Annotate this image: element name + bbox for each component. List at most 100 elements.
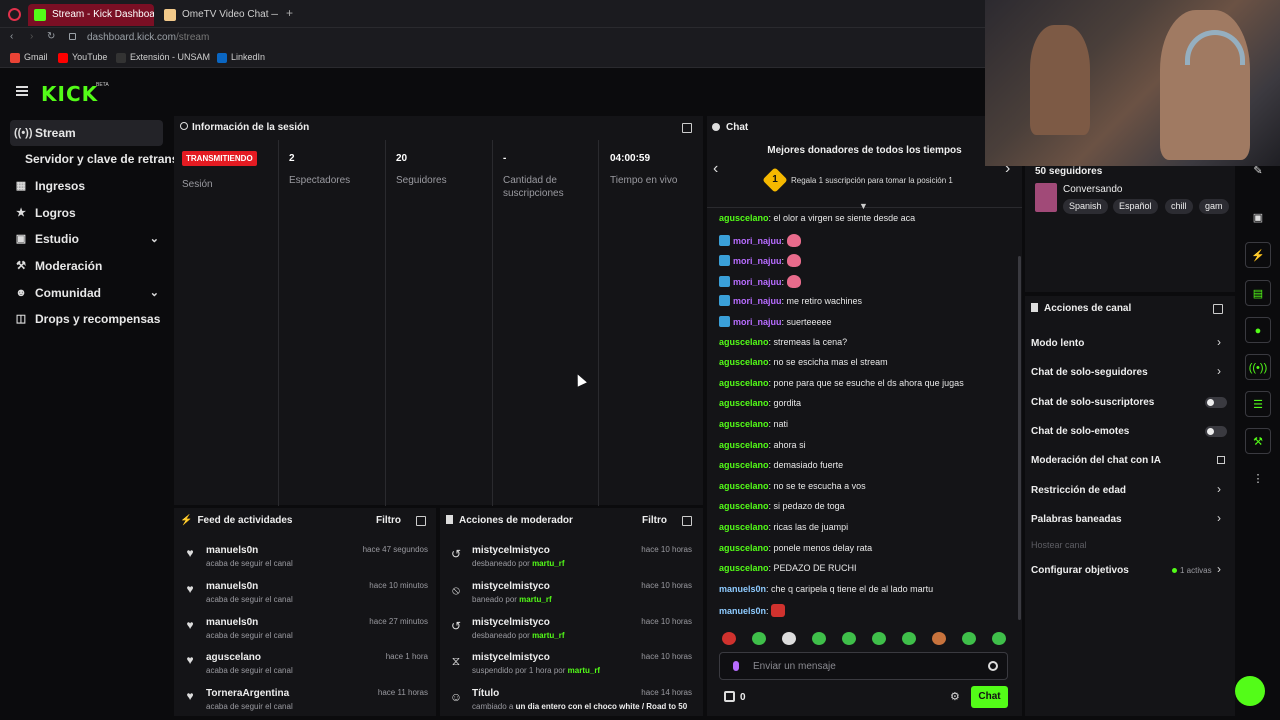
sidebar-item-stream[interactable]: ((•)) Stream xyxy=(10,120,163,146)
chat-username[interactable]: aguscelano xyxy=(719,337,769,347)
quick-emote-icon[interactable] xyxy=(842,632,856,645)
quick-emote-icon[interactable] xyxy=(722,632,736,645)
chevron-right-icon[interactable]: › xyxy=(1217,562,1221,576)
bookmark-linkedin[interactable]: LinkedIn xyxy=(217,52,265,63)
tag-espanol[interactable]: Español xyxy=(1113,199,1158,214)
chevron-right-icon[interactable]: › xyxy=(1217,482,1221,496)
age-restriction-row[interactable]: Restricción de edad xyxy=(1031,485,1126,496)
chat-username[interactable]: manuels0n xyxy=(719,606,766,616)
sidebar-item-ingresos[interactable]: ▦ Ingresos xyxy=(10,173,163,199)
mod-action-user[interactable]: martu_rf xyxy=(519,595,551,604)
sidebar-item-server-key[interactable]: Servidor y clave de retransm xyxy=(15,146,175,172)
new-tab-button[interactable]: + xyxy=(286,6,293,20)
sidebar-item-drops[interactable]: ◫ Drops y recompensas xyxy=(10,306,163,332)
chat-scrollbar[interactable] xyxy=(1018,256,1021,620)
mod-action-row[interactable]: ⧖ mistycelmistyco suspendido por 1 hora po… xyxy=(452,652,692,682)
activity-row[interactable]: ♥ aguscelano acaba de seguir el canal hace … xyxy=(186,652,428,682)
mod-action-target[interactable]: mistycelmistyco xyxy=(472,581,550,592)
mod-action-row[interactable]: ☺ Título cambiado a un dia entero con el c… xyxy=(450,688,692,718)
popout-icon[interactable] xyxy=(1213,304,1223,314)
followers-only-row[interactable]: Chat de solo-seguidores xyxy=(1031,367,1148,378)
quick-emote-icon[interactable] xyxy=(962,632,976,645)
chevron-right-icon[interactable]: › xyxy=(1217,335,1221,349)
chat-username[interactable]: mori_najuu xyxy=(733,296,782,306)
activity-user[interactable]: manuels0n xyxy=(206,545,258,556)
popout-icon[interactable] xyxy=(416,516,426,526)
mod-action-row[interactable]: ↺ mistycelmistyco desbaneado por martu_rf h… xyxy=(451,617,692,647)
mod-action-row[interactable]: ↺ mistycelmistyco desbaneado por martu_rf h… xyxy=(451,545,692,575)
ai-moderation-row[interactable]: Moderación del chat con IA xyxy=(1031,455,1161,466)
external-link-icon[interactable] xyxy=(1217,456,1225,464)
chevron-right-icon[interactable]: › xyxy=(1217,364,1221,378)
sidebar-item-logros[interactable]: ★ Logros xyxy=(10,200,163,226)
activity-user[interactable]: TorneraArgentina xyxy=(206,688,289,699)
mod-action-user[interactable]: martu_rf xyxy=(532,559,564,568)
category-thumbnail[interactable] xyxy=(1035,183,1057,212)
chat-username[interactable]: aguscelano xyxy=(719,213,769,223)
mod-action-target[interactable]: Título xyxy=(472,688,499,699)
quick-emote-icon[interactable] xyxy=(812,632,826,645)
chat-username[interactable]: aguscelano xyxy=(719,543,769,553)
browser-logo-icon[interactable] xyxy=(8,8,21,21)
back-icon[interactable]: ‹ xyxy=(10,31,13,42)
activity-row[interactable]: ♥ manuels0n acaba de seguir el canal hace 2… xyxy=(186,617,428,647)
reload-icon[interactable]: ↻ xyxy=(47,31,55,42)
mod-action-target[interactable]: mistycelmistyco xyxy=(472,652,550,663)
chat-username[interactable]: aguscelano xyxy=(719,481,769,491)
goals-row[interactable]: Configurar objetivos xyxy=(1031,565,1129,576)
activity-row[interactable]: ♥ manuels0n acaba de seguir el canal hace 4… xyxy=(186,545,428,575)
donors-prev-icon[interactable]: ‹ xyxy=(713,160,718,178)
sidebar-item-moderacion[interactable]: ⚒ Moderación xyxy=(10,253,163,279)
kick-logo[interactable]: KICK xyxy=(41,82,98,106)
quick-emote-icon[interactable] xyxy=(932,632,946,645)
emoji-picker-icon[interactable] xyxy=(988,661,998,671)
chat-username[interactable]: aguscelano xyxy=(719,398,769,408)
wrench-tool-icon[interactable]: ⚒ xyxy=(1245,428,1271,454)
support-chat-icon[interactable] xyxy=(1235,676,1265,706)
chat-username[interactable]: mori_najuu xyxy=(733,256,782,266)
chat-username[interactable]: aguscelano xyxy=(719,357,769,367)
quick-emote-icon[interactable] xyxy=(992,632,1006,645)
mod-action-user[interactable]: martu_rf xyxy=(532,631,564,640)
chat-username[interactable]: aguscelano xyxy=(719,563,769,573)
mod-action-target[interactable]: mistycelmistyco xyxy=(472,617,550,628)
activity-user[interactable]: manuels0n xyxy=(206,581,258,592)
popout-icon[interactable] xyxy=(682,516,692,526)
activity-row[interactable]: ♥ TorneraArgentina acaba de seguir el cana… xyxy=(186,688,428,718)
subscribers-only-toggle[interactable] xyxy=(1205,397,1227,408)
edit-icon[interactable]: ✎ xyxy=(1245,158,1271,184)
quick-emote-icon[interactable] xyxy=(872,632,886,645)
banned-words-row[interactable]: Palabras baneadas xyxy=(1031,514,1122,525)
bolt-tool-icon[interactable]: ⚡ xyxy=(1245,242,1271,268)
browser-tab-ometv[interactable]: OmeTV Video Chat — Ome xyxy=(158,4,278,26)
mod-action-target[interactable]: mistycelmistyco xyxy=(472,545,550,556)
quick-emote-icon[interactable] xyxy=(782,632,796,645)
forward-icon[interactable]: › xyxy=(30,31,33,42)
chat-username[interactable]: mori_najuu xyxy=(733,277,782,287)
chevron-right-icon[interactable]: › xyxy=(1217,511,1221,525)
chat-input[interactable]: Enviar un mensaje xyxy=(719,652,1008,680)
chat-tool-icon[interactable]: ● xyxy=(1245,317,1271,343)
activity-row[interactable]: ♥ manuels0n acaba de seguir el canal hace 1… xyxy=(186,581,428,611)
tag-gam[interactable]: gam xyxy=(1199,199,1229,214)
chat-username[interactable]: aguscelano xyxy=(719,419,769,429)
bookmark-youtube[interactable]: YouTube xyxy=(58,52,107,63)
chat-username[interactable]: aguscelano xyxy=(719,440,769,450)
bookmark-unsam[interactable]: Extensión - UNSAM xyxy=(116,52,210,63)
quick-emote-icon[interactable] xyxy=(902,632,916,645)
hamburger-menu-icon[interactable] xyxy=(16,86,28,96)
sidebar-item-comunidad[interactable]: ☻ Comunidad ⌄ xyxy=(10,280,163,306)
activity-user[interactable]: aguscelano xyxy=(206,652,261,663)
fullscreen-icon[interactable]: ▣ xyxy=(1245,205,1271,231)
notes-tool-icon[interactable]: ▤ xyxy=(1245,280,1271,306)
popout-icon[interactable] xyxy=(682,123,692,133)
activity-user[interactable]: manuels0n xyxy=(206,617,258,628)
chat-username[interactable]: manuels0n xyxy=(719,584,766,594)
tag-chill[interactable]: chill xyxy=(1165,199,1193,214)
chat-username[interactable]: mori_najuu xyxy=(733,317,782,327)
browser-tab-kick[interactable]: Stream - Kick Dashboard xyxy=(28,4,154,26)
chat-settings-icon[interactable]: ⚙ xyxy=(950,690,960,703)
broadcast-tool-icon[interactable]: ((•)) xyxy=(1245,354,1271,380)
url-field[interactable]: dashboard.kick.com/stream xyxy=(87,32,209,43)
chat-username[interactable]: aguscelano xyxy=(719,522,769,532)
